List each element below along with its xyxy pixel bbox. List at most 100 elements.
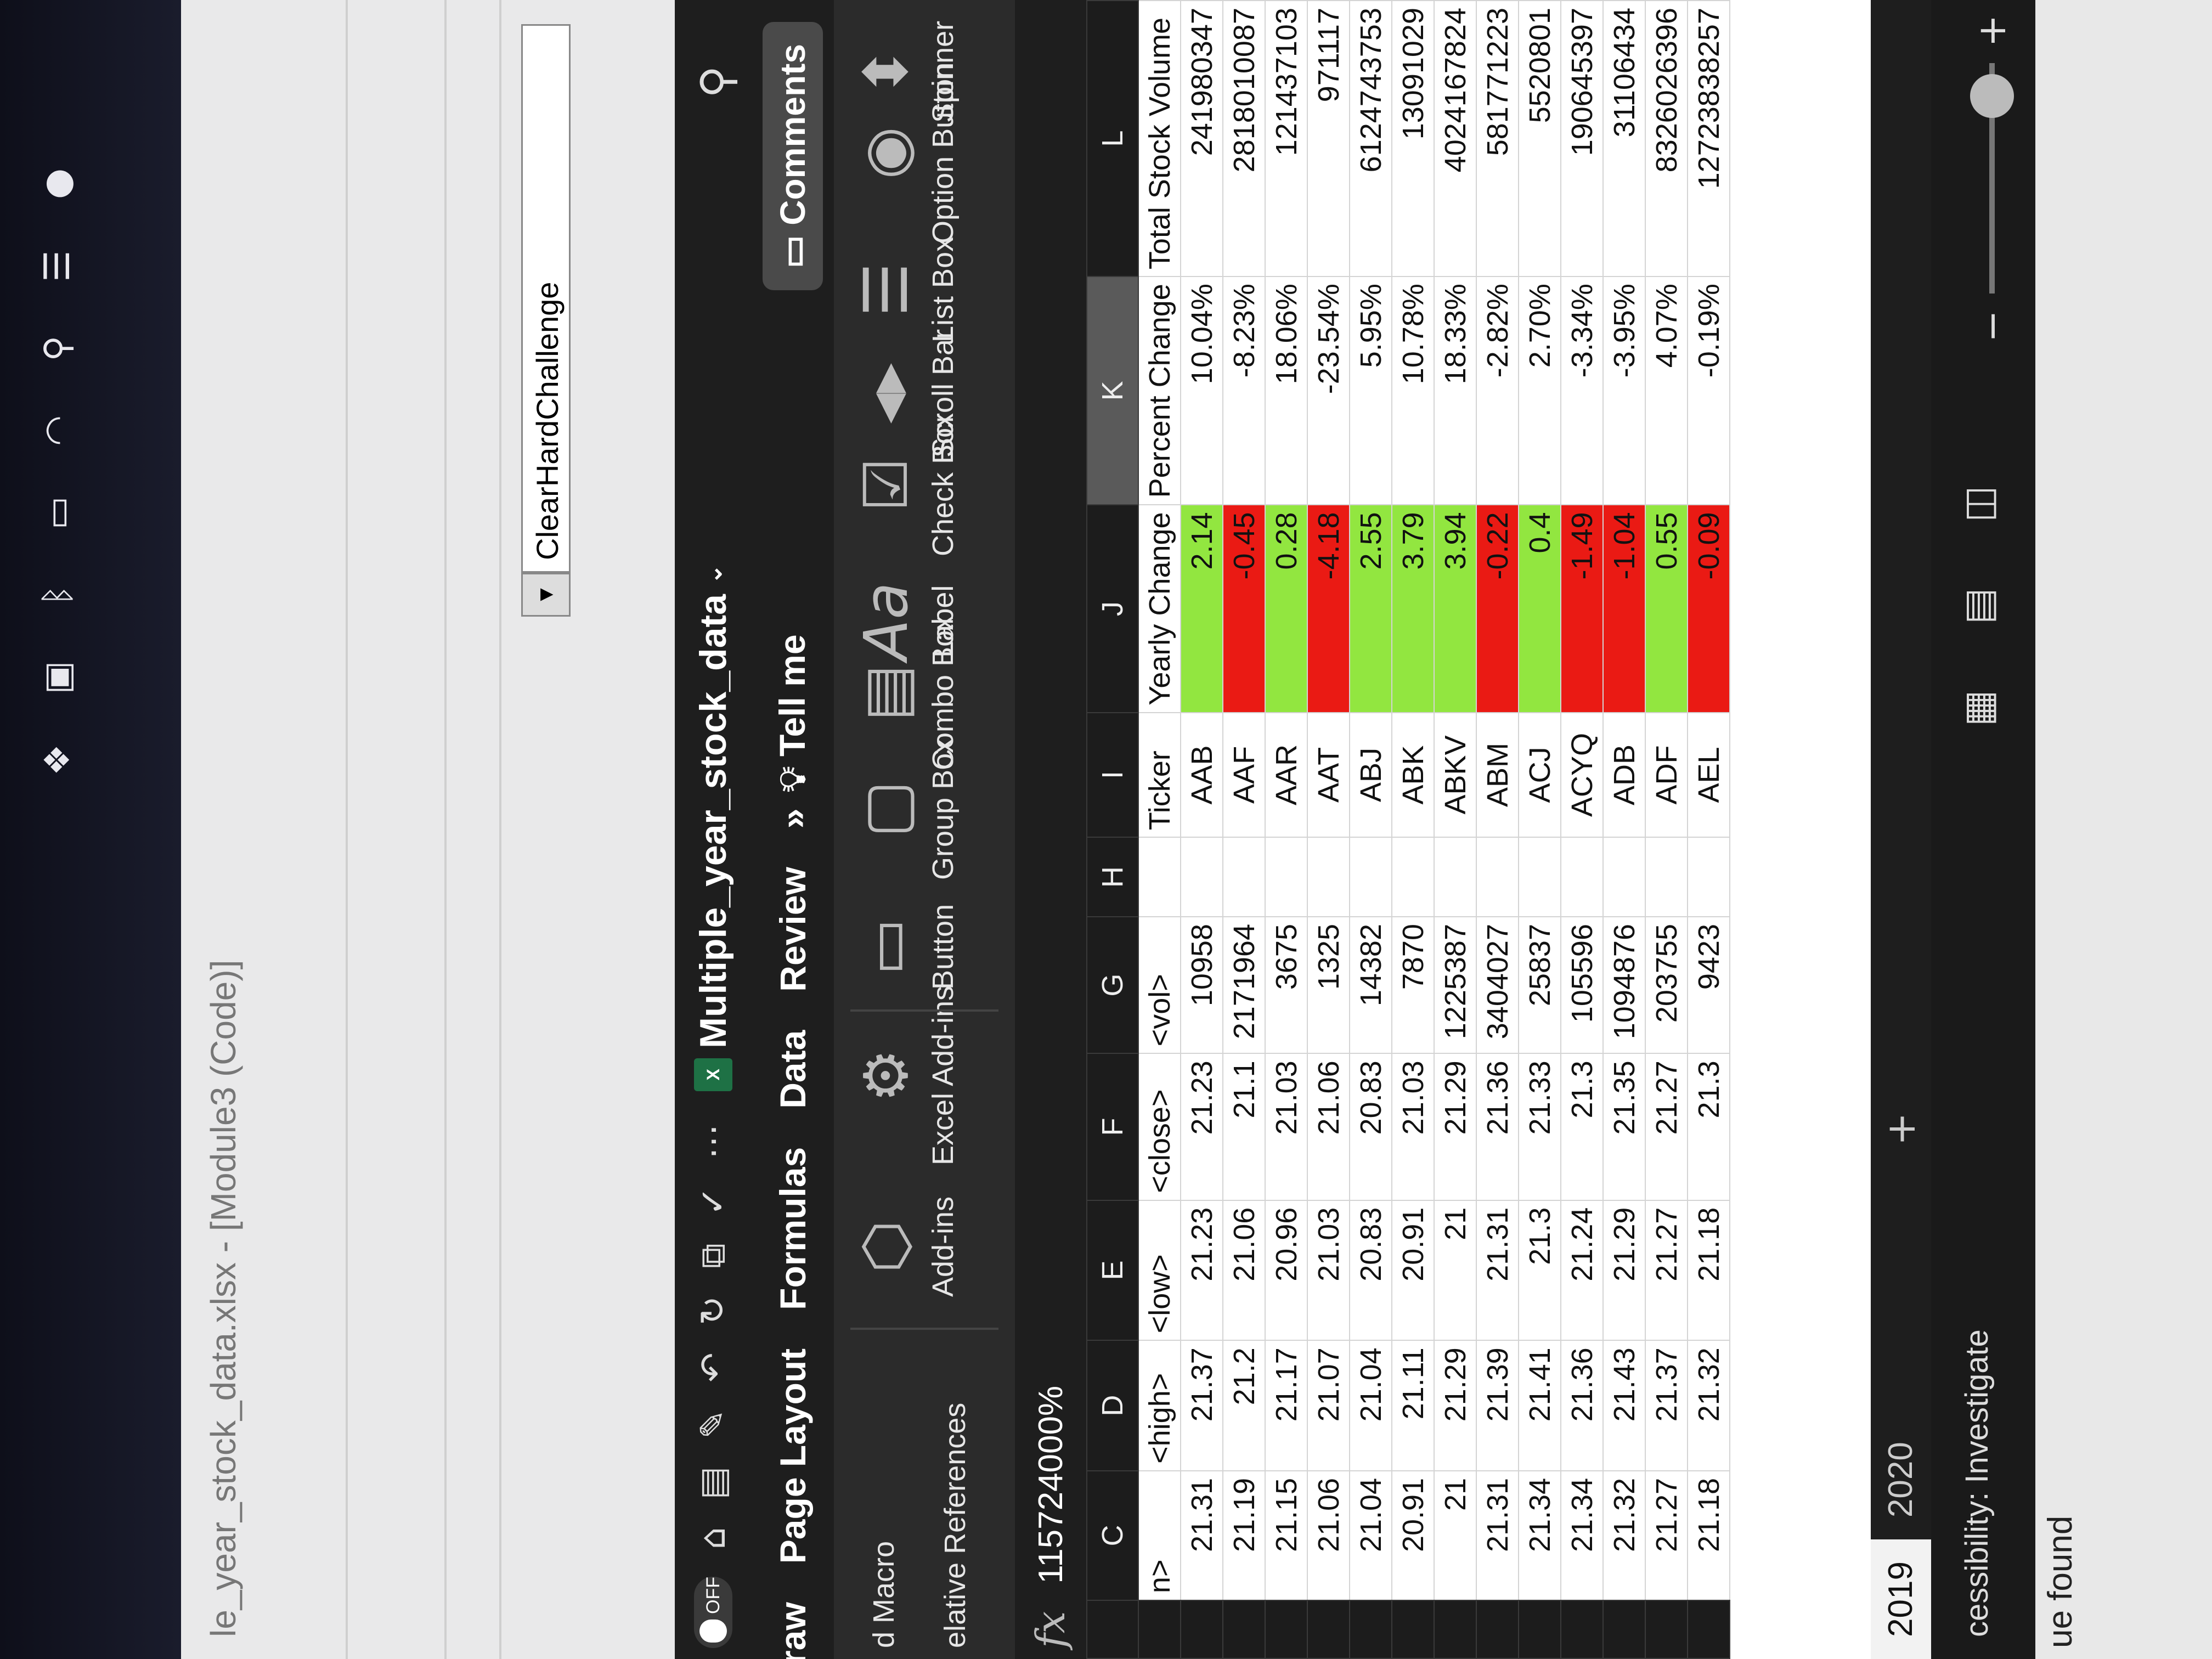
table-cell[interactable]: 9423 (1688, 917, 1730, 1054)
table-cell[interactable] (1181, 837, 1223, 917)
table-cell[interactable]: 21.19 (1223, 1470, 1265, 1601)
table-cell[interactable]: 21.07 (1307, 1340, 1350, 1471)
spotlight-icon[interactable]: ⚲ (37, 329, 78, 368)
table-cell[interactable]: 21.27 (1645, 1053, 1688, 1200)
tab-review[interactable]: Review (772, 867, 814, 991)
comments-button[interactable]: ▭ Comments (763, 22, 823, 290)
table-cell[interactable]: 241980347 (1181, 1, 1223, 277)
table-cell[interactable]: 21.17 (1265, 1340, 1307, 1471)
header-cell[interactable]: <low> (1138, 1200, 1181, 1341)
table-cell[interactable]: 21.06 (1307, 1053, 1350, 1200)
table-cell[interactable]: 8326026396 (1645, 1, 1688, 277)
tab-formulas[interactable]: Formulas (772, 1147, 814, 1310)
zoom-in-icon[interactable]: + (1970, 15, 2015, 47)
table-cell[interactable]: 21.11 (1392, 1340, 1434, 1471)
header-cell[interactable]: <high> (1138, 1340, 1181, 1471)
undo-icon[interactable]: ↶ (693, 1353, 733, 1383)
table-cell[interactable]: 13091029 (1392, 1, 1434, 277)
yearly-change-cell[interactable]: -4.18 (1307, 505, 1350, 713)
accessibility-status[interactable]: cessibility: Investigate (1959, 1329, 1995, 1637)
spinner-control[interactable]: ⬍ Spinner (845, 21, 960, 123)
table-cell[interactable]: 21.3 (1519, 1200, 1561, 1341)
yearly-change-cell[interactable]: 3.94 (1434, 505, 1476, 713)
row-header[interactable] (1307, 1600, 1350, 1658)
row-header[interactable] (1434, 1600, 1476, 1658)
sheet-tab-2020[interactable]: 2020 (1871, 1420, 1931, 1539)
add-ins-button[interactable]: ⬡ Add-ins (845, 1197, 960, 1297)
table-cell[interactable]: 21.31 (1181, 1470, 1223, 1601)
control-center-icon[interactable]: ☰ (37, 247, 78, 285)
yearly-change-cell[interactable]: 0.55 (1645, 505, 1688, 713)
table-cell[interactable]: 21.41 (1519, 1340, 1561, 1471)
table-cell[interactable]: 25837 (1519, 917, 1561, 1054)
table-cell[interactable]: 21.27 (1645, 1200, 1688, 1341)
yearly-change-cell[interactable]: 2.14 (1181, 505, 1223, 713)
table-cell[interactable]: AAB (1181, 712, 1223, 838)
table-cell[interactable]: 7870 (1392, 917, 1434, 1054)
table-cell[interactable]: 20.96 (1265, 1200, 1307, 1341)
yearly-change-cell[interactable]: -0.22 (1476, 505, 1519, 713)
table-cell[interactable]: 581771223 (1476, 1, 1519, 277)
row-header[interactable] (1561, 1600, 1603, 1658)
column-header-j[interactable]: J (1087, 505, 1138, 713)
row-header[interactable] (1688, 1600, 1730, 1658)
column-header-f[interactable]: F (1087, 1053, 1138, 1200)
table-cell[interactable]: 18.06% (1265, 276, 1307, 505)
column-header-c[interactable]: C (1087, 1470, 1138, 1601)
column-header-d[interactable]: D (1087, 1340, 1138, 1471)
table-cell[interactable]: 190645397 (1561, 1, 1603, 277)
table-cell[interactable] (1434, 837, 1476, 917)
column-header-i[interactable]: I (1087, 712, 1138, 838)
table-cell[interactable]: 21.23 (1181, 1053, 1223, 1200)
table-cell[interactable]: ACYQ (1561, 712, 1603, 838)
home-icon[interactable]: ⌂ (693, 1527, 733, 1549)
header-cell[interactable] (1138, 837, 1181, 917)
table-cell[interactable]: 20.83 (1350, 1200, 1392, 1341)
table-cell[interactable]: 5.95% (1350, 276, 1392, 505)
row-header[interactable] (1476, 1600, 1519, 1658)
table-cell[interactable]: 1094876 (1603, 917, 1645, 1054)
table-cell[interactable]: ADB (1603, 712, 1645, 838)
table-cell[interactable]: 21.03 (1307, 1200, 1350, 1341)
table-cell[interactable]: 21.23 (1181, 1200, 1223, 1341)
row-header[interactable] (1519, 1600, 1561, 1658)
table-cell[interactable]: 6124743753 (1350, 1, 1392, 277)
table-cell[interactable]: 1325 (1307, 917, 1350, 1054)
table-cell[interactable]: AAF (1223, 712, 1265, 838)
table-cell[interactable]: ADF (1645, 712, 1688, 838)
table-cell[interactable]: 31106434 (1603, 1, 1645, 277)
scroll-bar-control[interactable]: ◂▸ Scroll Bar (845, 329, 960, 458)
table-cell[interactable]: ABJ (1350, 712, 1392, 838)
table-cell[interactable]: 971117 (1307, 1, 1350, 277)
table-cell[interactable]: 21.06 (1307, 1470, 1350, 1601)
table-cell[interactable] (1603, 837, 1645, 917)
table-cell[interactable]: 21.31 (1476, 1470, 1519, 1601)
column-header-k[interactable]: K (1087, 276, 1138, 505)
procedure-dropdown[interactable]: ClearHardChallenge (521, 24, 571, 573)
sheet-tab-2019[interactable]: 2019 (1871, 1539, 1931, 1659)
table-cell[interactable]: 20.91 (1392, 1470, 1434, 1601)
table-cell[interactable] (1561, 837, 1603, 917)
yearly-change-cell[interactable]: -1.04 (1603, 505, 1645, 713)
table-cell[interactable]: 21.2 (1223, 1340, 1265, 1471)
table-cell[interactable]: 3675 (1265, 917, 1307, 1054)
label-control[interactable]: Aa Label (845, 582, 960, 661)
row-header[interactable] (1350, 1600, 1392, 1658)
yearly-change-cell[interactable]: 0.4 (1519, 505, 1561, 713)
yearly-change-cell[interactable]: 3.79 (1392, 505, 1434, 713)
table-cell[interactable]: 21.34 (1519, 1470, 1561, 1601)
table-cell[interactable]: 105596 (1561, 917, 1603, 1054)
siri-icon[interactable]: ● (37, 165, 78, 203)
row-header[interactable] (1138, 1600, 1181, 1658)
table-cell[interactable]: 10958 (1181, 917, 1223, 1054)
table-cell[interactable]: 21.29 (1434, 1340, 1476, 1471)
table-cell[interactable]: 21.03 (1265, 1053, 1307, 1200)
page-break-view-icon[interactable]: ◫ (1956, 486, 2001, 522)
zoom-slider-thumb[interactable] (1970, 74, 2014, 119)
table-cell[interactable] (1476, 837, 1519, 917)
fx-icon[interactable]: fx (1028, 1611, 1074, 1648)
table-cell[interactable]: 21.32 (1603, 1470, 1645, 1601)
tab-page-layout[interactable]: Page Layout (772, 1348, 814, 1564)
list-box-control[interactable]: ☰ List Box (845, 237, 960, 342)
zoom-slider[interactable] (1970, 63, 2014, 294)
